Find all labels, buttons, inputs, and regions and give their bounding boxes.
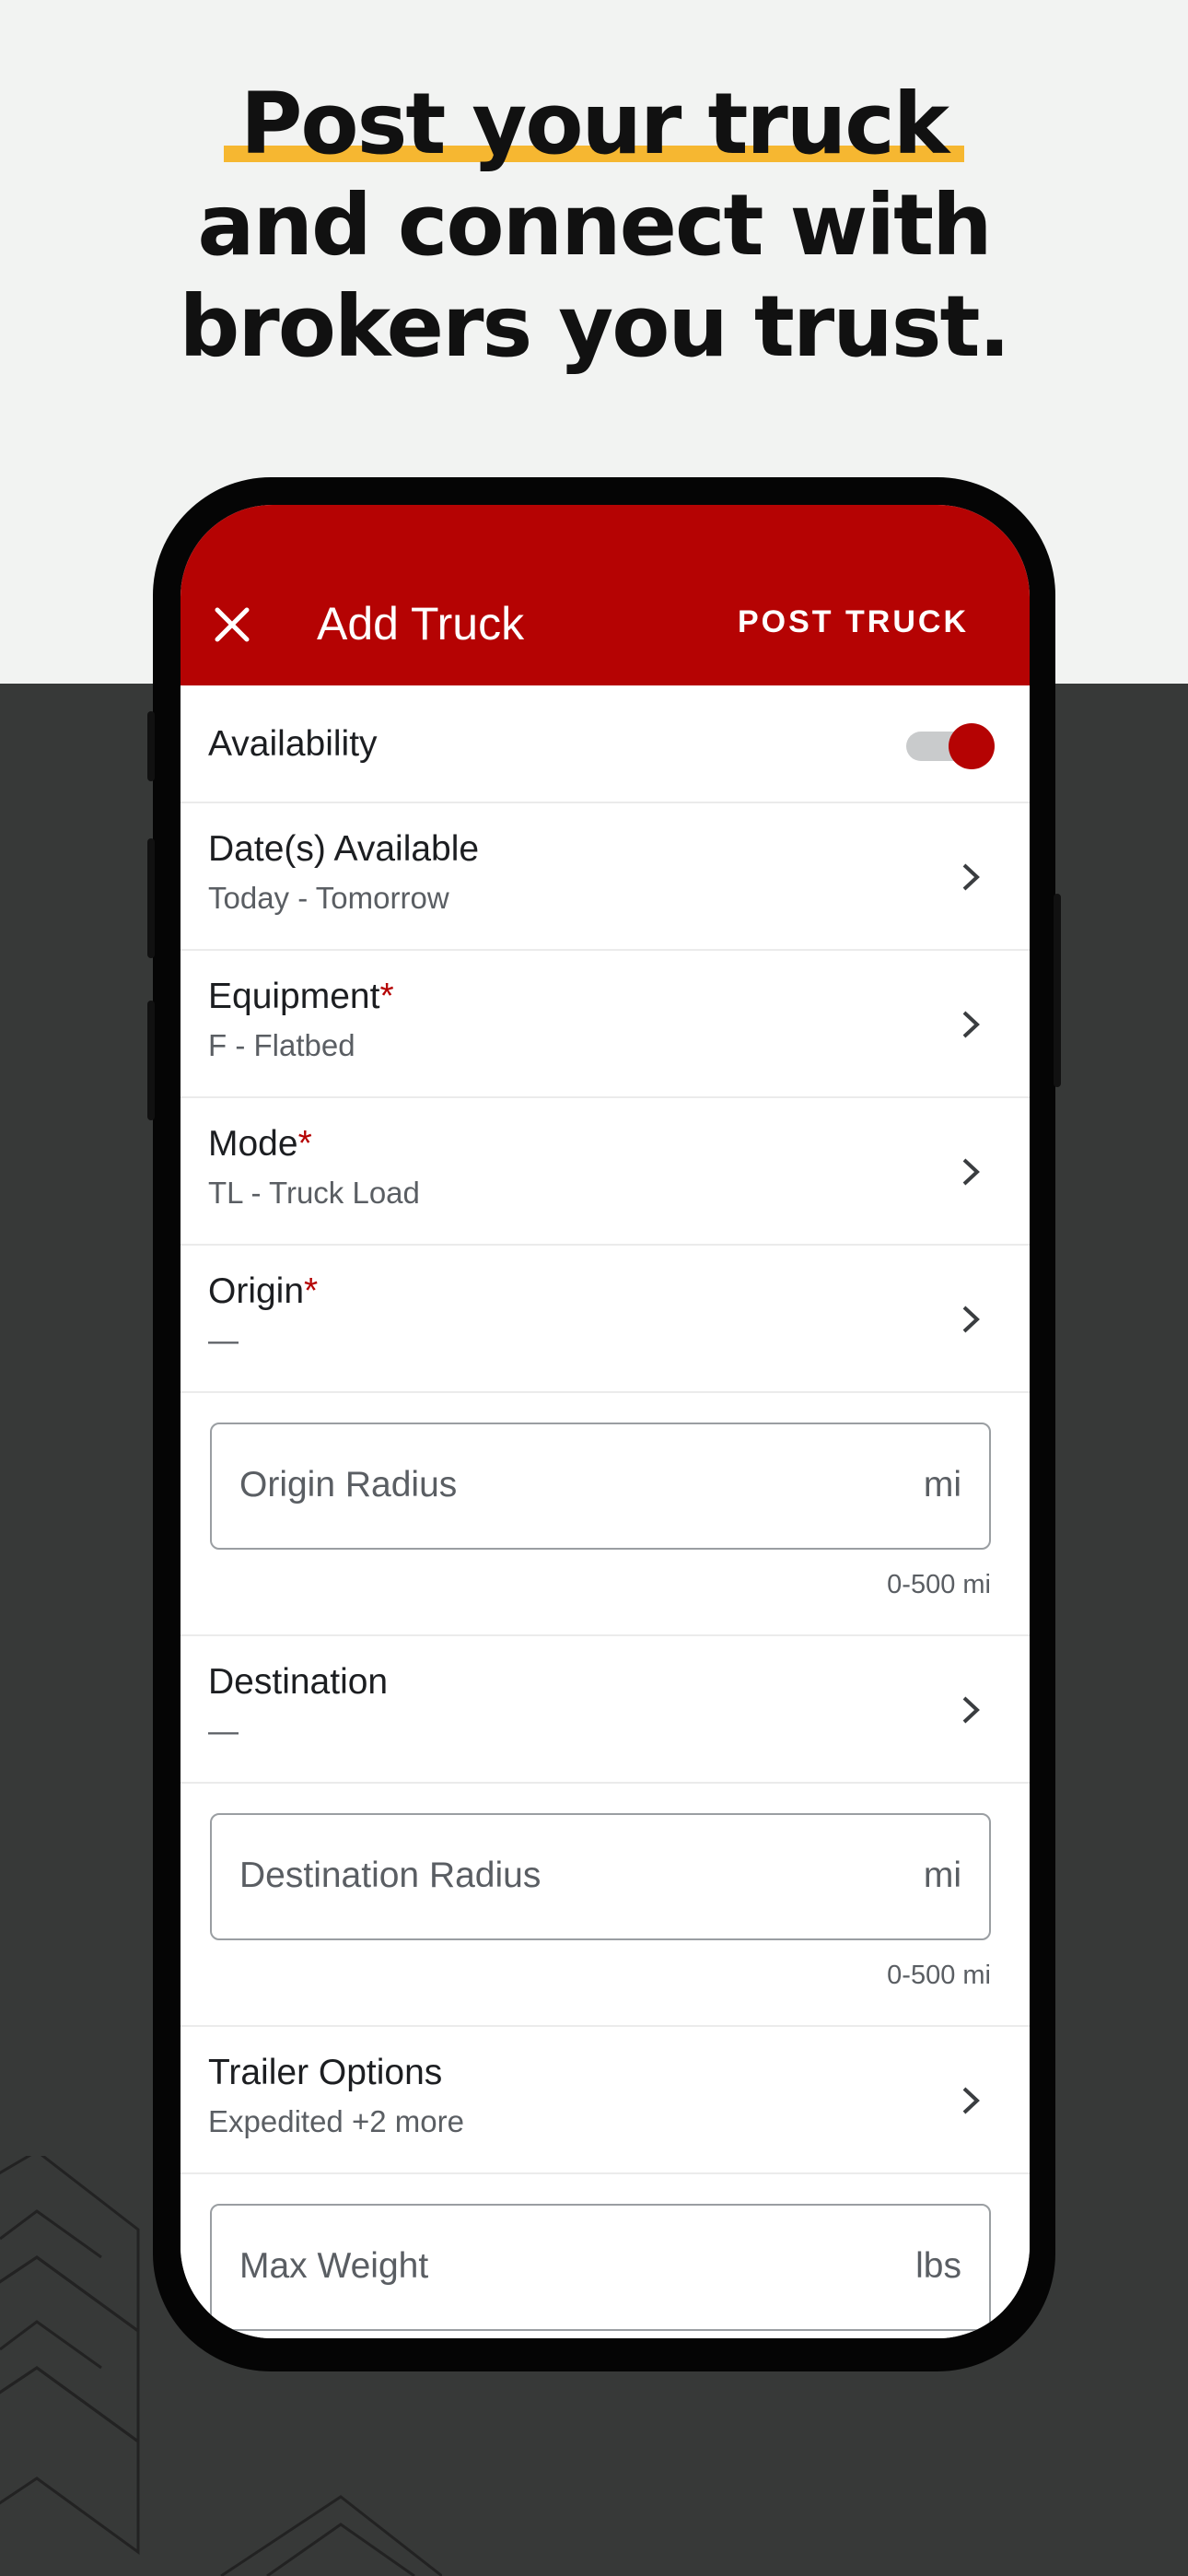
page-title: Add Truck <box>317 598 525 650</box>
dates-available-row[interactable]: Date(s) Available Today - Tomorrow <box>181 803 1030 951</box>
max-weight-block: Max Weight lbs <box>181 2174 1030 2338</box>
chevron-right-icon <box>962 2087 980 2114</box>
equipment-label: Equipment* <box>208 977 394 1016</box>
equipment-row[interactable]: Equipment* F - Flatbed <box>181 951 1030 1098</box>
origin-radius-block: Origin Radius mi 0-500 mi <box>181 1393 1030 1636</box>
required-marker: * <box>297 1124 312 1164</box>
availability-toggle[interactable] <box>906 720 995 769</box>
equipment-value: F - Flatbed <box>208 1028 355 1062</box>
headline-line-1: Post your truck <box>239 75 949 173</box>
mode-label: Mode* <box>208 1124 312 1164</box>
phone-side-button <box>147 711 155 781</box>
trailer-options-label: Trailer Options <box>208 2053 443 2092</box>
required-marker: * <box>304 1271 319 1311</box>
trailer-options-row[interactable]: Trailer Options Expedited +2 more <box>181 2027 1030 2174</box>
origin-value: — <box>208 1323 239 1357</box>
chevron-right-icon <box>962 863 980 891</box>
origin-radius-unit: mi <box>923 1465 961 1505</box>
headline-line-3: brokers you trust. <box>179 277 1011 376</box>
availability-label: Availability <box>208 724 378 764</box>
origin-label: Origin* <box>208 1271 319 1311</box>
availability-row: Availability <box>181 685 1030 803</box>
close-icon[interactable] <box>210 603 254 647</box>
phone-power-button <box>1054 894 1061 1087</box>
dates-available-label: Date(s) Available <box>208 829 480 869</box>
origin-radius-placeholder: Origin Radius <box>239 1465 458 1505</box>
origin-row[interactable]: Origin* — <box>181 1246 1030 1393</box>
destination-radius-block: Destination Radius mi 0-500 mi <box>181 1784 1030 2027</box>
destination-label: Destination <box>208 1662 389 1702</box>
max-weight-placeholder: Max Weight <box>239 2246 429 2286</box>
post-truck-button[interactable]: POST TRUCK <box>738 604 969 640</box>
destination-value: — <box>208 1714 239 1748</box>
required-marker: * <box>379 977 394 1016</box>
chevron-right-icon <box>962 1011 980 1038</box>
marketing-headline: Post your truck and connect with brokers… <box>0 74 1188 378</box>
origin-radius-input[interactable]: Origin Radius mi <box>210 1423 991 1550</box>
chevron-right-icon <box>962 1306 980 1333</box>
app-screen: Add Truck POST TRUCK Availability Date(s… <box>181 505 1030 2338</box>
phone-volume-up <box>147 838 155 958</box>
app-bar: Add Truck POST TRUCK <box>181 505 1030 685</box>
mode-row[interactable]: Mode* TL - Truck Load <box>181 1098 1030 1246</box>
trailer-options-value: Expedited +2 more <box>208 2104 464 2138</box>
dates-available-value: Today - Tomorrow <box>208 881 449 915</box>
toggle-thumb <box>949 723 995 769</box>
origin-radius-helper: 0-500 mi <box>887 1570 991 1599</box>
chevron-right-icon <box>962 1158 980 1186</box>
destination-radius-placeholder: Destination Radius <box>239 1856 542 1895</box>
max-weight-unit: lbs <box>915 2246 961 2286</box>
destination-radius-unit: mi <box>923 1856 961 1895</box>
destination-radius-helper: 0-500 mi <box>887 1961 991 1990</box>
destination-radius-input[interactable]: Destination Radius mi <box>210 1813 991 1940</box>
phone-volume-down <box>147 1001 155 1120</box>
headline-line-2: and connect with <box>197 176 992 275</box>
chevron-right-icon <box>962 1696 980 1724</box>
mode-value: TL - Truck Load <box>208 1176 420 1210</box>
max-weight-input[interactable]: Max Weight lbs <box>210 2204 991 2331</box>
destination-row[interactable]: Destination — <box>181 1636 1030 1784</box>
